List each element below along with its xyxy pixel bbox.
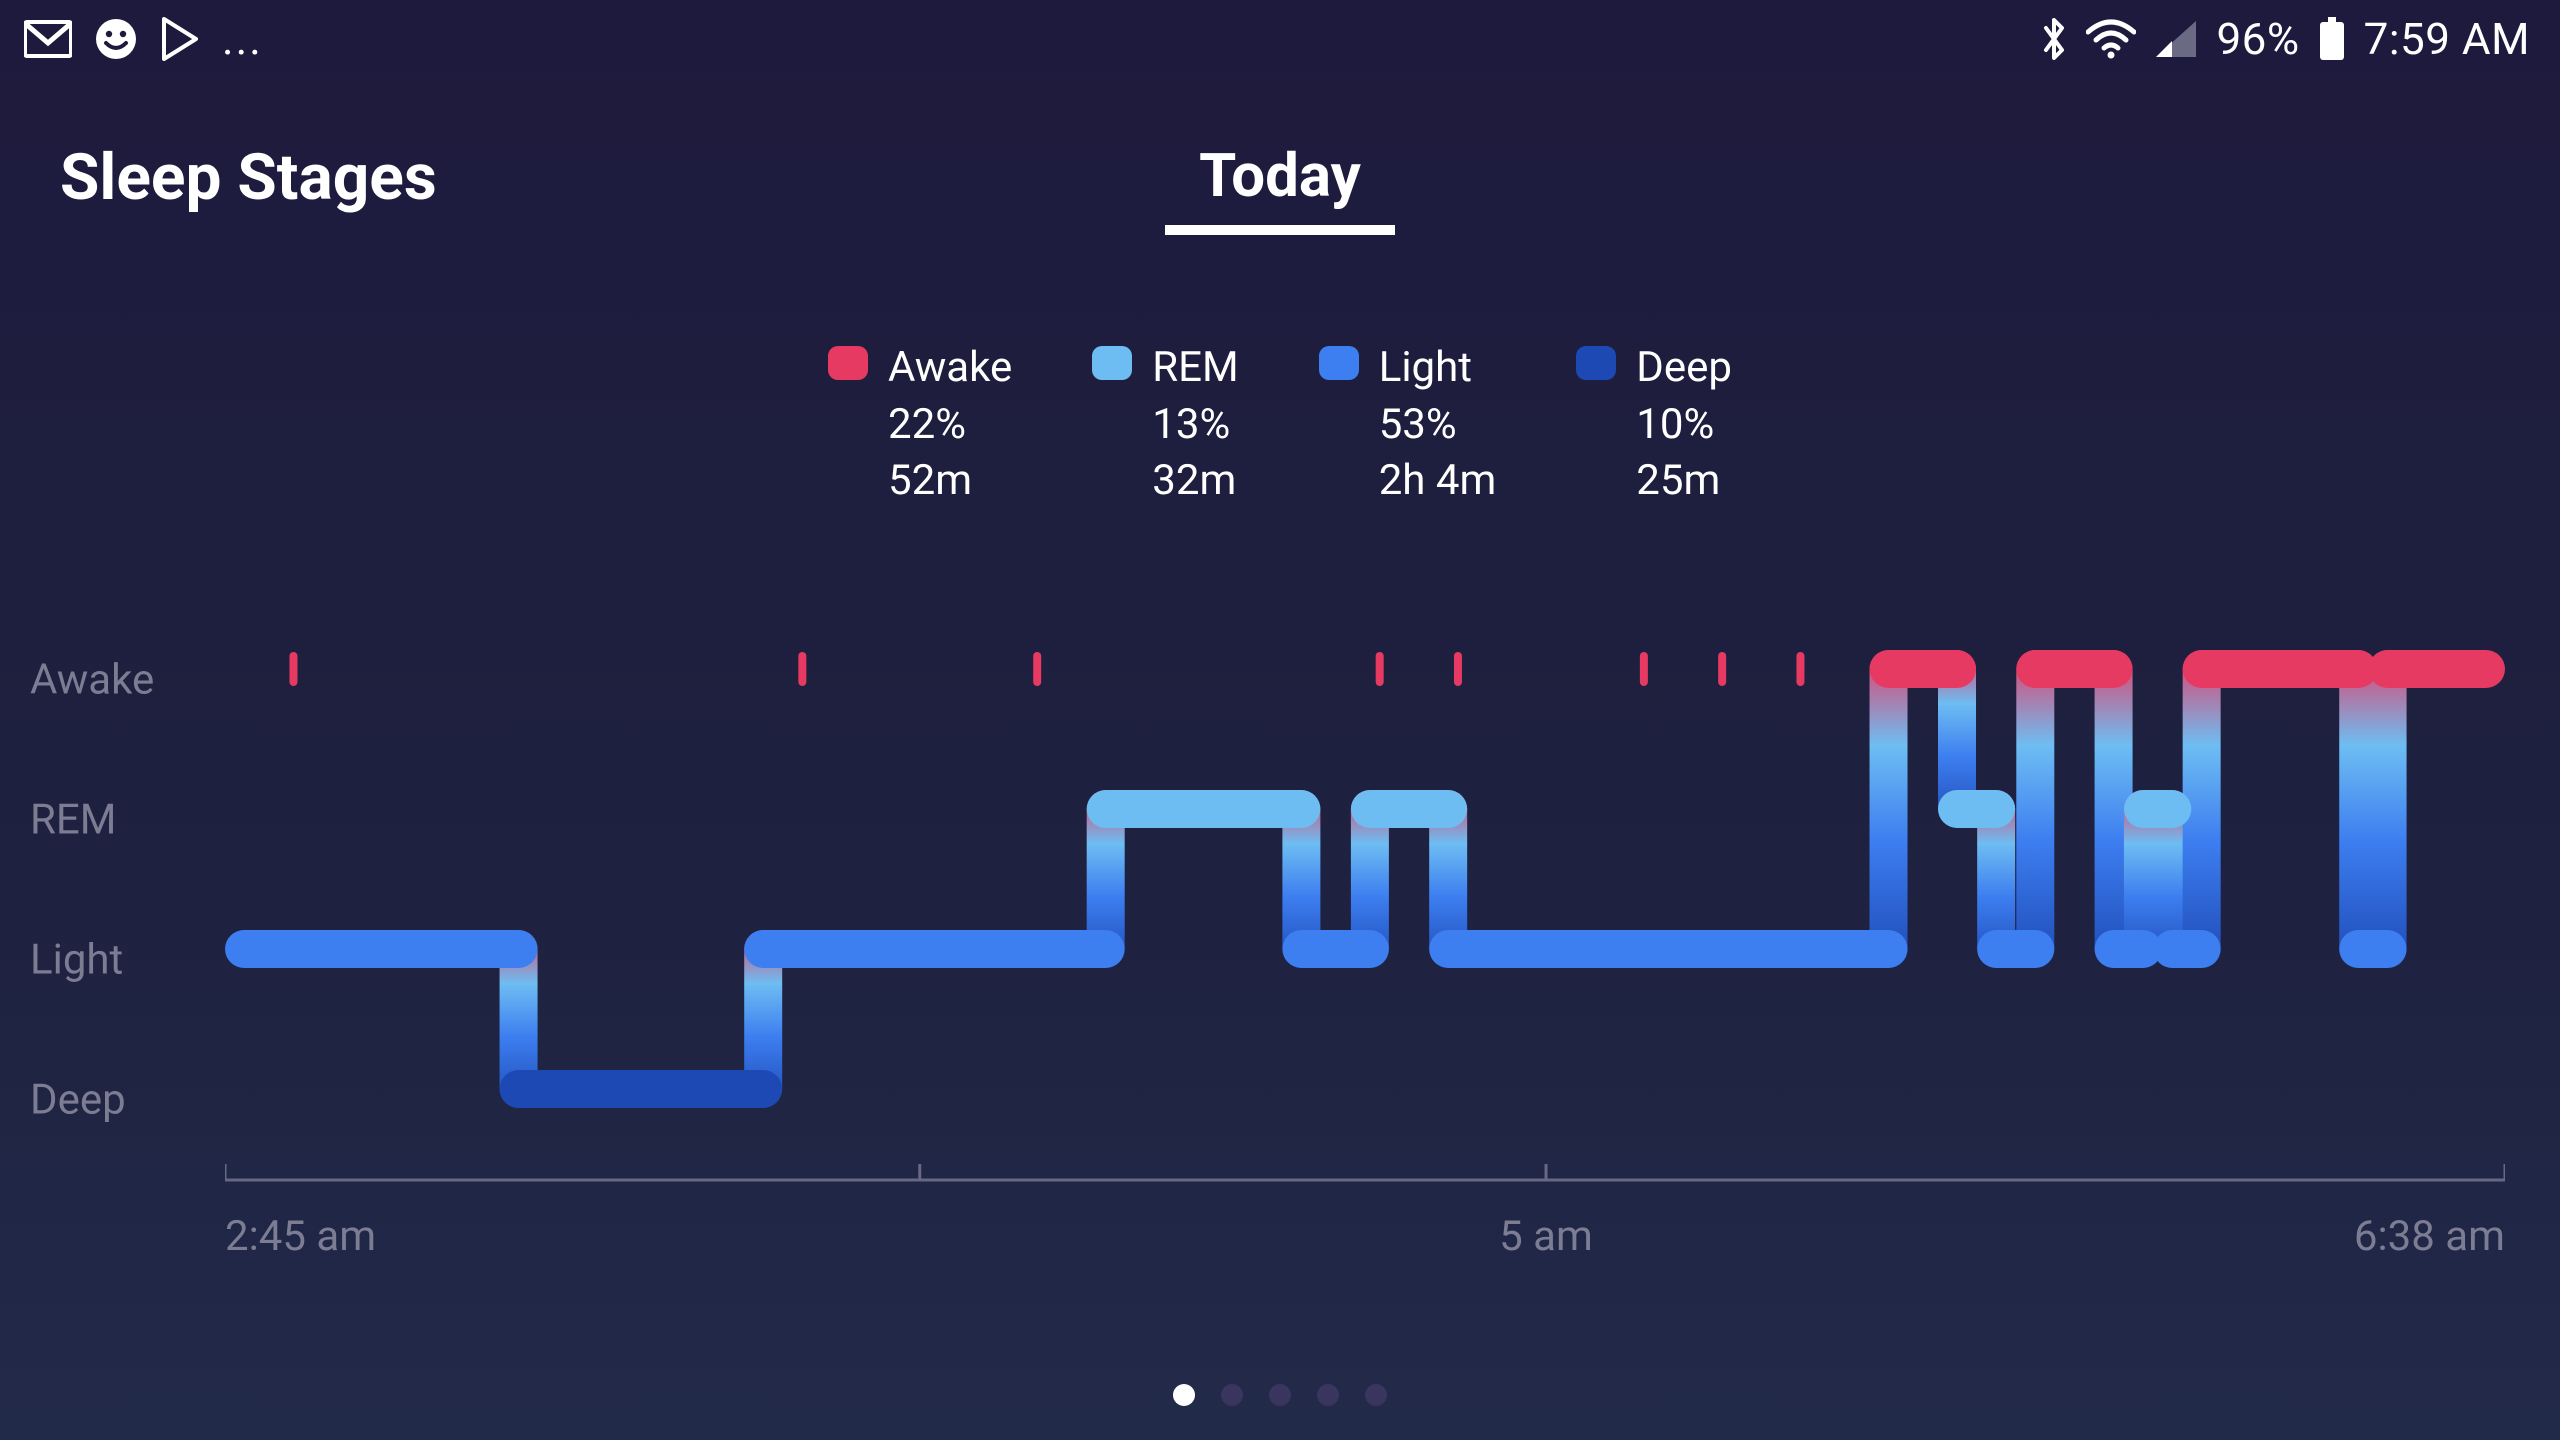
- awake-tick: [1033, 652, 1041, 686]
- legend-duration: 32m: [1152, 453, 1238, 510]
- overflow-icon: ...: [222, 17, 263, 61]
- page-dot[interactable]: [1365, 1384, 1387, 1406]
- sleep-segment: [225, 930, 538, 968]
- sleep-segment: [1282, 930, 1388, 968]
- sleep-segment: [2124, 790, 2191, 828]
- sleep-segment: [500, 1070, 783, 1108]
- sleep-segment: [1087, 790, 1321, 828]
- legend-percent: 10%: [1636, 397, 1732, 454]
- sleep-chart[interactable]: Awake REM Light Deep 2:45 am 5 am 6:38 a…: [30, 610, 2530, 1260]
- legend-name: Awake: [888, 340, 1012, 397]
- legend-percent: 53%: [1379, 397, 1497, 454]
- awake-tick: [289, 652, 297, 686]
- legend-item-awake[interactable]: Awake 22% 52m: [828, 340, 1012, 510]
- x-label-mid: 5 am: [1499, 1212, 1593, 1261]
- legend-swatch-light: [1319, 346, 1359, 380]
- sleep-segment: [744, 930, 1124, 968]
- y-label-light: Light: [30, 936, 123, 985]
- legend-swatch-deep: [1576, 346, 1616, 380]
- legend-name: Deep: [1636, 340, 1732, 397]
- page-dot[interactable]: [1317, 1384, 1339, 1406]
- sleep-segment: [2183, 650, 2378, 688]
- y-label-awake: Awake: [30, 656, 154, 705]
- sleep-segment: [2339, 930, 2406, 968]
- date-label: Today: [1191, 140, 1369, 225]
- legend-swatch-rem: [1092, 346, 1132, 380]
- awake-tick: [1640, 652, 1648, 686]
- gmail-icon: [24, 19, 72, 59]
- wifi-icon: [2086, 18, 2136, 60]
- page-dot[interactable]: [1173, 1384, 1195, 1406]
- status-bar: ... 96%: [0, 0, 2560, 78]
- sleep-segment: [1977, 930, 2054, 968]
- clock-time: 7:59 AM: [2364, 13, 2530, 65]
- page-dot[interactable]: [1221, 1384, 1243, 1406]
- sleep-segment: [2095, 930, 2162, 968]
- battery-icon: [2318, 17, 2346, 61]
- x-label-start: 2:45 am: [225, 1212, 376, 1261]
- awake-tick: [1796, 652, 1804, 686]
- play-store-icon: [160, 17, 200, 61]
- page-indicator[interactable]: [1173, 1384, 1387, 1406]
- legend-swatch-awake: [828, 346, 868, 380]
- y-label-rem: REM: [30, 796, 116, 845]
- y-axis-labels: Awake REM Light Deep: [30, 610, 200, 1130]
- awake-tick: [1718, 652, 1726, 686]
- legend-percent: 22%: [888, 397, 1012, 454]
- awake-tick: [1454, 652, 1462, 686]
- sleep-segment: [1938, 790, 2015, 828]
- x-label-end: 6:38 am: [2354, 1212, 2505, 1261]
- sleep-segment: [2153, 930, 2220, 968]
- sleep-segment: [2016, 650, 2132, 688]
- battery-percent: 96%: [2216, 13, 2299, 65]
- sleep-segment: [1870, 650, 1976, 688]
- legend-item-deep[interactable]: Deep 10% 25m: [1576, 340, 1732, 510]
- status-left-icons: ...: [24, 17, 263, 61]
- chart-canvas: [225, 610, 2505, 1210]
- awake-tick: [1376, 652, 1384, 686]
- legend-percent: 13%: [1152, 397, 1238, 454]
- legend-duration: 2h 4m: [1379, 453, 1497, 510]
- date-selector[interactable]: Today: [1165, 140, 1395, 235]
- cell-signal-icon: [2154, 19, 2198, 59]
- date-underline: [1165, 225, 1395, 235]
- y-label-deep: Deep: [30, 1076, 126, 1125]
- legend-duration: 25m: [1636, 453, 1732, 510]
- x-axis-labels: 2:45 am 5 am 6:38 am: [30, 1212, 2530, 1272]
- status-right-icons: 96% 7:59 AM: [2040, 13, 2530, 65]
- sleep-segment: [2369, 650, 2505, 688]
- legend-item-light[interactable]: Light 53% 2h 4m: [1319, 340, 1497, 510]
- page-dot[interactable]: [1269, 1384, 1291, 1406]
- bluetooth-icon: [2040, 16, 2068, 62]
- sleep-segment: [1429, 930, 1907, 968]
- legend-name: REM: [1152, 340, 1238, 397]
- smiley-circle-icon: [94, 17, 138, 61]
- legend-duration: 52m: [888, 453, 1012, 510]
- legend: Awake 22% 52m REM 13% 32m Light 53% 2h 4…: [0, 340, 2560, 510]
- sleep-segment: [1351, 790, 1467, 828]
- legend-name: Light: [1379, 340, 1497, 397]
- page-title: Sleep Stages: [60, 140, 437, 215]
- legend-item-rem[interactable]: REM 13% 32m: [1092, 340, 1238, 510]
- awake-tick: [798, 652, 806, 686]
